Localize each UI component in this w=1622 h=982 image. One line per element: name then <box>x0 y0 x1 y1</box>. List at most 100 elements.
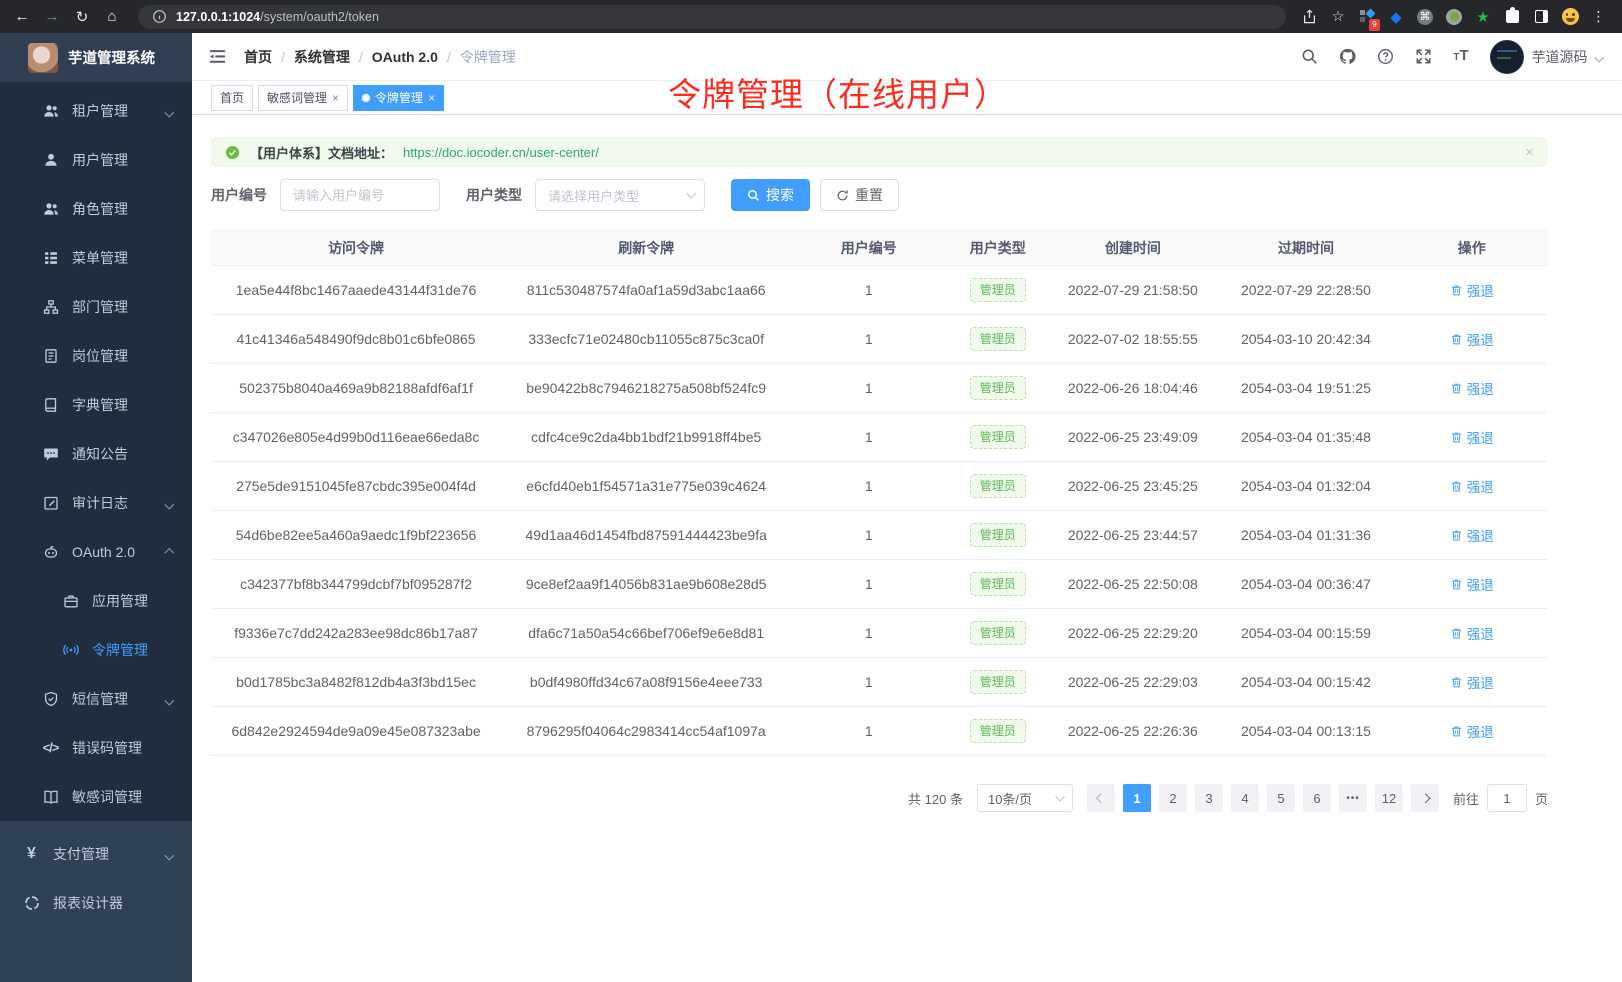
font-size-icon[interactable]: TT <box>1452 47 1471 66</box>
browser-back-icon[interactable]: ← <box>10 5 34 29</box>
page-size-select[interactable]: 10条/页 <box>977 784 1073 812</box>
breadcrumb-system[interactable]: 系统管理 <box>294 47 350 67</box>
sidebar-item-支付管理[interactable]: ¥支付管理 <box>0 829 192 878</box>
refresh-token-cell: 333ecfc71e02480cb11055c875c3ca0f <box>501 315 791 363</box>
close-icon[interactable]: × <box>332 91 339 105</box>
sidebar-item-短信管理[interactable]: 短信管理 <box>0 674 192 723</box>
circle-extension-icon[interactable] <box>1445 8 1463 26</box>
force-logout-button[interactable]: 强退 <box>1450 427 1494 447</box>
command-extension-icon[interactable]: ⌘ <box>1416 8 1434 26</box>
refresh-token-cell: 49d1aa46d1454fbd87591444423be9fa <box>501 511 791 559</box>
page-button-2[interactable]: 2 <box>1159 784 1187 812</box>
chevron-down-icon <box>166 846 173 862</box>
github-icon[interactable] <box>1338 47 1357 66</box>
sidebar-item-错误码管理[interactable]: </>错误码管理 <box>0 723 192 772</box>
user-menu[interactable]: 芋道源码 <box>1490 40 1603 74</box>
alert-text: 【用户体系】文档地址： <box>250 143 393 162</box>
page-button-12[interactable]: 12 <box>1375 784 1403 812</box>
sidebar-item-租户管理[interactable]: 租户管理 <box>0 86 192 135</box>
force-logout-button[interactable]: 强退 <box>1450 280 1494 300</box>
force-logout-button[interactable]: 强退 <box>1450 378 1494 398</box>
sidebar-item-角色管理[interactable]: 角色管理 <box>0 184 192 233</box>
help-icon[interactable] <box>1376 47 1395 66</box>
browser-menu-icon[interactable]: ⋮ <box>1590 8 1608 26</box>
bookmark-star-icon[interactable]: ☆ <box>1329 8 1347 26</box>
sidebar-item-OAuth 2.0[interactable]: OAuth 2.0 <box>0 527 192 576</box>
user-type-cell: 管理员 <box>946 315 1049 363</box>
puzzle-extension-icon[interactable] <box>1503 8 1521 26</box>
chevron-down-icon <box>166 103 173 119</box>
star-extension-icon[interactable]: ★ <box>1474 8 1492 26</box>
app-logo-row[interactable]: 芋道管理系统 <box>0 33 192 82</box>
page-button-6[interactable]: 6 <box>1303 784 1331 812</box>
sidebar-item-审计日志[interactable]: 审计日志 <box>0 478 192 527</box>
user-id-input[interactable] <box>280 179 440 211</box>
prev-page-button[interactable] <box>1087 784 1115 812</box>
table-row: 54d6be82ee5a460a9aedc1f9bf22365649d1aa46… <box>211 511 1548 560</box>
address-bar[interactable]: 127.0.0.1:1024/system/oauth2/token <box>138 5 1286 29</box>
user-type-select[interactable]: 请选择用户类型 <box>535 179 705 211</box>
page-button-5[interactable]: 5 <box>1267 784 1295 812</box>
doc-link[interactable]: https://doc.iocoder.cn/user-center/ <box>403 145 599 160</box>
browser-home-icon[interactable]: ⌂ <box>100 5 124 29</box>
sidebar-item-字典管理[interactable]: 字典管理 <box>0 380 192 429</box>
breadcrumb-oauth[interactable]: OAuth 2.0 <box>372 49 438 65</box>
browser-reload-icon[interactable]: ↻ <box>70 5 94 29</box>
sidebar-item-通知公告[interactable]: 通知公告 <box>0 429 192 478</box>
expire-time-cell: 2054-03-04 01:32:04 <box>1216 462 1395 510</box>
sidebar-item-应用管理[interactable]: 应用管理 <box>0 576 192 625</box>
search-button[interactable]: 搜索 <box>731 179 810 211</box>
sidebar-item-部门管理[interactable]: 部门管理 <box>0 282 192 331</box>
gem-extension-icon[interactable]: ◆ <box>1387 8 1405 26</box>
sidebar-item-令牌管理[interactable]: 令牌管理 <box>0 625 192 674</box>
profile-avatar-icon[interactable] <box>1561 8 1579 26</box>
extension-grid-icon[interactable]: 9 <box>1358 8 1376 26</box>
sidebar-item-岗位管理[interactable]: 岗位管理 <box>0 331 192 380</box>
trash-icon <box>1450 480 1463 493</box>
action-cell: 强退 <box>1396 560 1548 608</box>
create-time-cell: 2022-06-25 23:49:09 <box>1049 413 1216 461</box>
filter-form: 用户编号 用户类型 请选择用户类型 搜索 重置 <box>211 179 1548 211</box>
sidebar-item-用户管理[interactable]: 用户管理 <box>0 135 192 184</box>
create-time-cell: 2022-06-26 18:04:46 <box>1049 364 1216 412</box>
force-logout-button[interactable]: 强退 <box>1450 476 1494 496</box>
force-logout-button[interactable]: 强退 <box>1450 525 1494 545</box>
sidebar-fold-icon[interactable] <box>208 47 228 67</box>
report-icon <box>23 894 40 911</box>
close-icon[interactable]: × <box>428 91 435 105</box>
goto-page-input[interactable] <box>1487 784 1527 812</box>
search-icon[interactable] <box>1300 47 1319 66</box>
browser-forward-icon[interactable]: → <box>40 5 64 29</box>
user-type-cell: 管理员 <box>946 707 1049 755</box>
fullscreen-icon[interactable] <box>1414 47 1433 66</box>
force-logout-button[interactable]: 强退 <box>1450 672 1494 692</box>
tab-sensitive-words[interactable]: 敏感词管理× <box>258 85 348 111</box>
reset-button[interactable]: 重置 <box>820 179 899 211</box>
breadcrumb-home[interactable]: 首页 <box>244 47 272 67</box>
sidebar-item-敏感词管理[interactable]: 敏感词管理 <box>0 772 192 821</box>
sidebar-item-菜单管理[interactable]: 菜单管理 <box>0 233 192 282</box>
side-panel-icon[interactable] <box>1532 8 1550 26</box>
page-button-4[interactable]: 4 <box>1231 784 1259 812</box>
create-time-cell: 2022-07-29 21:58:50 <box>1049 266 1216 314</box>
user-id-cell: 1 <box>791 511 946 559</box>
tab-token-management[interactable]: 令牌管理× <box>353 85 444 111</box>
force-logout-button[interactable]: 强退 <box>1450 623 1494 643</box>
share-icon[interactable] <box>1300 8 1318 26</box>
force-logout-button[interactable]: 强退 <box>1450 329 1494 349</box>
tab-home[interactable]: 首页 <box>211 85 253 111</box>
page-button-3[interactable]: 3 <box>1195 784 1223 812</box>
refresh-token-cell: 8796295f04064c2983414cc54af1097a <box>501 707 791 755</box>
sidebar-item-label: 菜单管理 <box>72 248 128 268</box>
force-logout-button[interactable]: 强退 <box>1450 721 1494 741</box>
menu-tree-icon <box>42 249 59 266</box>
site-info-icon[interactable] <box>150 8 168 26</box>
next-page-button[interactable] <box>1411 784 1439 812</box>
force-logout-button[interactable]: 强退 <box>1450 574 1494 594</box>
sidebar-item-报表设计器[interactable]: 报表设计器 <box>0 878 192 927</box>
page-button-1[interactable]: 1 <box>1123 784 1151 812</box>
access-token-cell: f9336e7c7dd242a283ee98dc86b17a87 <box>211 609 501 657</box>
expire-time-cell: 2054-03-04 00:13:15 <box>1216 707 1395 755</box>
alert-close-icon[interactable]: × <box>1525 144 1534 161</box>
page-ellipsis[interactable]: ••• <box>1339 784 1367 812</box>
